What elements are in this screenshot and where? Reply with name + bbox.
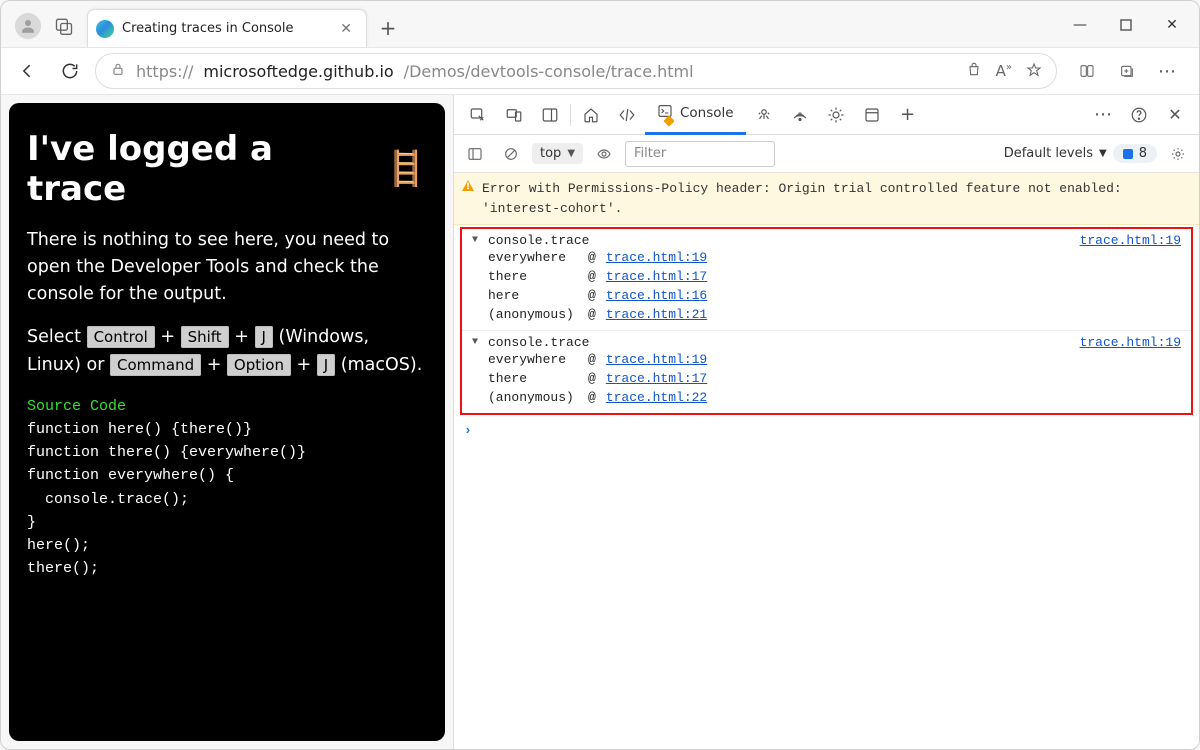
issue-count: 8 bbox=[1139, 146, 1147, 161]
annotation-highlight: ▼ console.trace trace.html:19 everywhere… bbox=[460, 227, 1193, 415]
sources-tab-icon[interactable] bbox=[746, 95, 782, 135]
disclosure-triangle-icon[interactable]: ▼ bbox=[472, 235, 478, 246]
context-selector[interactable]: top ▼ bbox=[532, 143, 583, 164]
edge-favicon bbox=[96, 20, 114, 38]
live-expression-icon[interactable] bbox=[589, 139, 619, 169]
console-settings-icon[interactable] bbox=[1163, 139, 1193, 169]
lock-icon bbox=[110, 61, 126, 81]
window-close-button[interactable]: ✕ bbox=[1149, 9, 1195, 41]
clear-console-icon[interactable] bbox=[496, 139, 526, 169]
network-tab-icon[interactable] bbox=[782, 95, 818, 135]
more-tabs-button[interactable]: + bbox=[890, 95, 926, 135]
welcome-tab-icon[interactable] bbox=[573, 95, 609, 135]
stack-frame: (anonymous)@trace.html:21 bbox=[488, 305, 1181, 324]
console-tab-label: Console bbox=[680, 105, 734, 121]
issues-counter[interactable]: 8 bbox=[1113, 144, 1157, 163]
devtools-more-menu[interactable]: ⋯ bbox=[1085, 95, 1121, 135]
window-minimize-button[interactable]: — bbox=[1057, 9, 1103, 41]
url-scheme: https:// bbox=[136, 62, 193, 81]
kbd-option: Option bbox=[227, 354, 291, 376]
stack-frame: (anonymous)@trace.html:22 bbox=[488, 388, 1181, 407]
new-tab-button[interactable]: + bbox=[373, 13, 403, 43]
stack-link[interactable]: trace.html:21 bbox=[606, 307, 707, 322]
trace-source-link[interactable]: trace.html:19 bbox=[1080, 335, 1181, 350]
favorite-icon[interactable] bbox=[1026, 62, 1042, 80]
intro-text: There is nothing to see here, you need t… bbox=[27, 227, 427, 308]
window-maximize-button[interactable] bbox=[1103, 9, 1149, 41]
page-title: I've logged a trace 🪜 bbox=[27, 129, 427, 209]
collections-icon[interactable] bbox=[1115, 61, 1139, 82]
console-log-area: Error with Permissions-Policy header: Or… bbox=[454, 173, 1199, 749]
elements-tab-icon[interactable] bbox=[609, 95, 645, 135]
profile-avatar[interactable] bbox=[15, 13, 41, 39]
kbd-command: Command bbox=[110, 354, 201, 376]
tab-close-button[interactable]: ✕ bbox=[336, 19, 356, 39]
devtools-help-icon[interactable] bbox=[1121, 95, 1157, 135]
console-warning-row[interactable]: Error with Permissions-Policy header: Or… bbox=[454, 173, 1199, 225]
browser-tab[interactable]: Creating traces in Console ✕ bbox=[87, 9, 367, 47]
kbd-j2: J bbox=[317, 354, 335, 376]
stack-frame: everywhere@trace.html:19 bbox=[488, 350, 1181, 369]
url-path: /Demos/devtools-console/trace.html bbox=[404, 62, 694, 81]
trace-title: console.trace bbox=[488, 233, 589, 248]
stack-link[interactable]: trace.html:17 bbox=[606, 269, 707, 284]
issue-dot-icon bbox=[1123, 149, 1133, 159]
devtools-close-button[interactable]: ✕ bbox=[1157, 95, 1193, 135]
warning-text: Error with Permissions-Policy header: Or… bbox=[482, 181, 1122, 216]
stack-frame: everywhere@trace.html:19 bbox=[488, 248, 1181, 267]
trace-source-link[interactable]: trace.html:19 bbox=[1080, 233, 1181, 248]
nav-back-button[interactable] bbox=[11, 54, 45, 88]
split-screen-icon[interactable] bbox=[1075, 61, 1099, 82]
application-tab-icon[interactable] bbox=[854, 95, 890, 135]
tab-title: Creating traces in Console bbox=[122, 21, 293, 36]
toggle-sidebar-icon[interactable] bbox=[460, 139, 490, 169]
shortcut-text: Select Control + Shift + J (Windows, Lin… bbox=[27, 324, 427, 378]
console-tab[interactable]: Console bbox=[645, 95, 746, 135]
inspect-element-icon[interactable] bbox=[460, 95, 496, 135]
devtools-panel: Console + ⋯ ✕ top ▼ bbox=[453, 95, 1199, 749]
page-viewport: I've logged a trace 🪜 There is nothing t… bbox=[1, 95, 453, 749]
shopping-icon[interactable] bbox=[966, 62, 982, 80]
stack-link[interactable]: trace.html:16 bbox=[606, 288, 707, 303]
stack-frame: there@trace.html:17 bbox=[488, 267, 1181, 286]
url-host: microsoftedge.github.io bbox=[203, 62, 393, 81]
warning-triangle-icon bbox=[462, 180, 474, 191]
window-titlebar: Creating traces in Console ✕ + — ✕ bbox=[1, 1, 1199, 47]
read-aloud-icon[interactable]: A» bbox=[996, 62, 1012, 80]
ladder-icon: 🪜 bbox=[385, 149, 427, 189]
log-levels-selector[interactable]: Default levels▼ bbox=[1004, 146, 1107, 161]
url-field[interactable]: https:// microsoftedge.github.io/Demos/de… bbox=[95, 53, 1057, 89]
performance-tab-icon[interactable] bbox=[818, 95, 854, 135]
stack-link[interactable]: trace.html:22 bbox=[606, 390, 707, 405]
stack-frame: there@trace.html:17 bbox=[488, 369, 1181, 388]
kbd-j: J bbox=[255, 326, 273, 348]
dock-side-icon[interactable] bbox=[532, 95, 568, 135]
console-toolbar: top ▼ Filter Default levels▼ 8 bbox=[454, 135, 1199, 173]
trace-title: console.trace bbox=[488, 335, 589, 350]
console-filter-input[interactable]: Filter bbox=[625, 141, 775, 167]
workspaces-icon[interactable] bbox=[53, 15, 75, 37]
stack-frame: here@trace.html:16 bbox=[488, 286, 1181, 305]
stack-link[interactable]: trace.html:19 bbox=[606, 352, 707, 367]
kbd-control: Control bbox=[87, 326, 155, 348]
kbd-shift: Shift bbox=[181, 326, 229, 348]
context-label: top bbox=[540, 146, 561, 161]
console-trace-group[interactable]: ▼ console.trace trace.html:19 everywhere… bbox=[462, 331, 1191, 413]
stack-link[interactable]: trace.html:17 bbox=[606, 371, 707, 386]
device-toolbar-icon[interactable] bbox=[496, 95, 532, 135]
more-menu-icon[interactable]: ⋯ bbox=[1155, 61, 1179, 82]
console-prompt[interactable]: › bbox=[454, 417, 1199, 444]
disclosure-triangle-icon[interactable]: ▼ bbox=[472, 337, 478, 348]
chevron-down-icon: ▼ bbox=[567, 148, 575, 159]
stack-link[interactable]: trace.html:19 bbox=[606, 250, 707, 265]
address-bar: https:// microsoftedge.github.io/Demos/de… bbox=[1, 47, 1199, 95]
source-code-block: Source Code function here() {there()} fu… bbox=[27, 395, 427, 581]
nav-refresh-button[interactable] bbox=[53, 54, 87, 88]
devtools-tabbar: Console + ⋯ ✕ bbox=[454, 95, 1199, 135]
console-trace-group[interactable]: ▼ console.trace trace.html:19 everywhere… bbox=[462, 229, 1191, 331]
